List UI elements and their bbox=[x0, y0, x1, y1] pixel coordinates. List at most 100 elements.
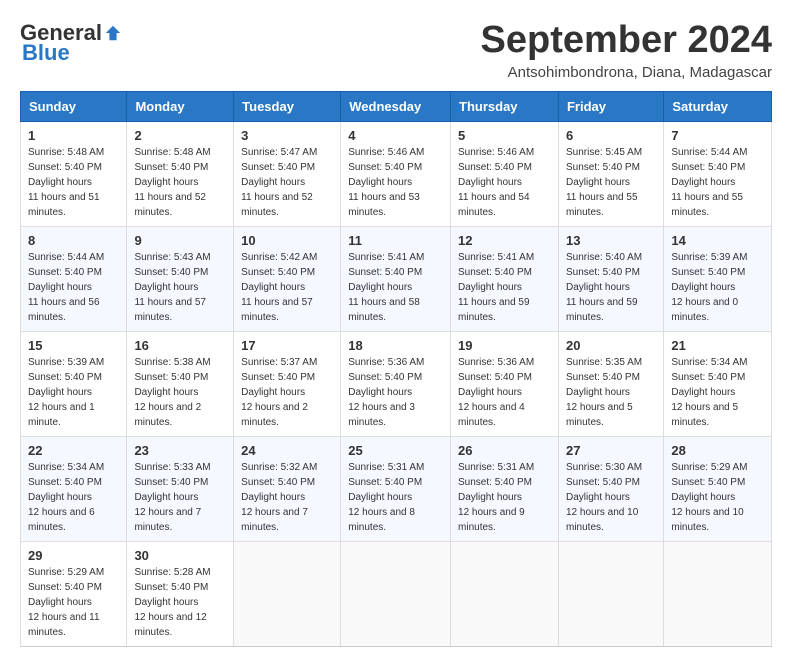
day-number: 24 bbox=[241, 443, 333, 458]
day-number: 20 bbox=[566, 338, 656, 353]
day-info: Sunrise: 5:41 AMSunset: 5:40 PMDaylight … bbox=[458, 252, 534, 323]
calendar-week-row: 29 Sunrise: 5:29 AMSunset: 5:40 PMDaylig… bbox=[21, 541, 772, 646]
calendar-cell: 11 Sunrise: 5:41 AMSunset: 5:40 PMDaylig… bbox=[341, 226, 451, 331]
day-info: Sunrise: 5:48 AMSunset: 5:40 PMDaylight … bbox=[28, 147, 104, 218]
calendar-cell: 30 Sunrise: 5:28 AMSunset: 5:40 PMDaylig… bbox=[127, 541, 234, 646]
day-header-thursday: Thursday bbox=[451, 91, 559, 121]
day-info: Sunrise: 5:44 AMSunset: 5:40 PMDaylight … bbox=[28, 252, 104, 323]
calendar-cell: 19 Sunrise: 5:36 AMSunset: 5:40 PMDaylig… bbox=[451, 331, 559, 436]
day-number: 26 bbox=[458, 443, 551, 458]
calendar-cell: 10 Sunrise: 5:42 AMSunset: 5:40 PMDaylig… bbox=[234, 226, 341, 331]
calendar-week-row: 22 Sunrise: 5:34 AMSunset: 5:40 PMDaylig… bbox=[21, 436, 772, 541]
day-info: Sunrise: 5:47 AMSunset: 5:40 PMDaylight … bbox=[241, 147, 317, 218]
day-info: Sunrise: 5:31 AMSunset: 5:40 PMDaylight … bbox=[348, 462, 424, 533]
location-subtitle: Antsohimbondrona, Diana, Madagascar bbox=[481, 64, 773, 81]
calendar-cell bbox=[341, 541, 451, 646]
day-number: 25 bbox=[348, 443, 443, 458]
day-number: 27 bbox=[566, 443, 656, 458]
calendar-cell: 2 Sunrise: 5:48 AMSunset: 5:40 PMDayligh… bbox=[127, 121, 234, 226]
calendar-cell: 27 Sunrise: 5:30 AMSunset: 5:40 PMDaylig… bbox=[558, 436, 663, 541]
day-number: 12 bbox=[458, 233, 551, 248]
calendar-cell: 21 Sunrise: 5:34 AMSunset: 5:40 PMDaylig… bbox=[664, 331, 772, 436]
day-number: 10 bbox=[241, 233, 333, 248]
day-info: Sunrise: 5:46 AMSunset: 5:40 PMDaylight … bbox=[348, 147, 424, 218]
day-number: 13 bbox=[566, 233, 656, 248]
calendar-cell bbox=[234, 541, 341, 646]
day-info: Sunrise: 5:31 AMSunset: 5:40 PMDaylight … bbox=[458, 462, 534, 533]
day-info: Sunrise: 5:34 AMSunset: 5:40 PMDaylight … bbox=[28, 462, 104, 533]
calendar-cell: 20 Sunrise: 5:35 AMSunset: 5:40 PMDaylig… bbox=[558, 331, 663, 436]
calendar-week-row: 8 Sunrise: 5:44 AMSunset: 5:40 PMDayligh… bbox=[21, 226, 772, 331]
day-info: Sunrise: 5:32 AMSunset: 5:40 PMDaylight … bbox=[241, 462, 317, 533]
calendar-cell: 28 Sunrise: 5:29 AMSunset: 5:40 PMDaylig… bbox=[664, 436, 772, 541]
calendar-cell: 1 Sunrise: 5:48 AMSunset: 5:40 PMDayligh… bbox=[21, 121, 127, 226]
day-header-saturday: Saturday bbox=[664, 91, 772, 121]
calendar-cell bbox=[451, 541, 559, 646]
day-number: 6 bbox=[566, 128, 656, 143]
calendar-cell: 22 Sunrise: 5:34 AMSunset: 5:40 PMDaylig… bbox=[21, 436, 127, 541]
day-info: Sunrise: 5:29 AMSunset: 5:40 PMDaylight … bbox=[28, 567, 104, 638]
day-info: Sunrise: 5:28 AMSunset: 5:40 PMDaylight … bbox=[134, 567, 210, 638]
logo-icon bbox=[104, 24, 122, 42]
day-number: 3 bbox=[241, 128, 333, 143]
calendar-cell: 26 Sunrise: 5:31 AMSunset: 5:40 PMDaylig… bbox=[451, 436, 559, 541]
day-number: 2 bbox=[134, 128, 226, 143]
calendar-cell: 6 Sunrise: 5:45 AMSunset: 5:40 PMDayligh… bbox=[558, 121, 663, 226]
logo-blue-text: Blue bbox=[22, 40, 70, 66]
calendar-cell: 9 Sunrise: 5:43 AMSunset: 5:40 PMDayligh… bbox=[127, 226, 234, 331]
calendar-cell: 17 Sunrise: 5:37 AMSunset: 5:40 PMDaylig… bbox=[234, 331, 341, 436]
calendar-week-row: 15 Sunrise: 5:39 AMSunset: 5:40 PMDaylig… bbox=[21, 331, 772, 436]
day-info: Sunrise: 5:33 AMSunset: 5:40 PMDaylight … bbox=[134, 462, 210, 533]
day-header-wednesday: Wednesday bbox=[341, 91, 451, 121]
day-number: 1 bbox=[28, 128, 119, 143]
calendar-cell: 7 Sunrise: 5:44 AMSunset: 5:40 PMDayligh… bbox=[664, 121, 772, 226]
day-number: 21 bbox=[671, 338, 764, 353]
calendar-cell bbox=[558, 541, 663, 646]
day-number: 23 bbox=[134, 443, 226, 458]
day-number: 17 bbox=[241, 338, 333, 353]
calendar-week-row: 1 Sunrise: 5:48 AMSunset: 5:40 PMDayligh… bbox=[21, 121, 772, 226]
day-info: Sunrise: 5:42 AMSunset: 5:40 PMDaylight … bbox=[241, 252, 317, 323]
day-number: 16 bbox=[134, 338, 226, 353]
page-header: General Blue September 2024 Antsohimbond… bbox=[20, 20, 772, 81]
day-info: Sunrise: 5:36 AMSunset: 5:40 PMDaylight … bbox=[348, 357, 424, 428]
day-info: Sunrise: 5:38 AMSunset: 5:40 PMDaylight … bbox=[134, 357, 210, 428]
day-info: Sunrise: 5:39 AMSunset: 5:40 PMDaylight … bbox=[28, 357, 104, 428]
calendar-cell: 5 Sunrise: 5:46 AMSunset: 5:40 PMDayligh… bbox=[451, 121, 559, 226]
calendar-cell: 14 Sunrise: 5:39 AMSunset: 5:40 PMDaylig… bbox=[664, 226, 772, 331]
calendar-cell: 15 Sunrise: 5:39 AMSunset: 5:40 PMDaylig… bbox=[21, 331, 127, 436]
day-info: Sunrise: 5:43 AMSunset: 5:40 PMDaylight … bbox=[134, 252, 210, 323]
day-header-tuesday: Tuesday bbox=[234, 91, 341, 121]
day-number: 9 bbox=[134, 233, 226, 248]
day-info: Sunrise: 5:46 AMSunset: 5:40 PMDaylight … bbox=[458, 147, 534, 218]
day-number: 30 bbox=[134, 548, 226, 563]
calendar-cell: 4 Sunrise: 5:46 AMSunset: 5:40 PMDayligh… bbox=[341, 121, 451, 226]
day-info: Sunrise: 5:35 AMSunset: 5:40 PMDaylight … bbox=[566, 357, 642, 428]
calendar-cell: 13 Sunrise: 5:40 AMSunset: 5:40 PMDaylig… bbox=[558, 226, 663, 331]
calendar-cell: 16 Sunrise: 5:38 AMSunset: 5:40 PMDaylig… bbox=[127, 331, 234, 436]
day-info: Sunrise: 5:34 AMSunset: 5:40 PMDaylight … bbox=[671, 357, 747, 428]
day-number: 5 bbox=[458, 128, 551, 143]
calendar-cell: 18 Sunrise: 5:36 AMSunset: 5:40 PMDaylig… bbox=[341, 331, 451, 436]
day-info: Sunrise: 5:36 AMSunset: 5:40 PMDaylight … bbox=[458, 357, 534, 428]
calendar-cell: 8 Sunrise: 5:44 AMSunset: 5:40 PMDayligh… bbox=[21, 226, 127, 331]
day-info: Sunrise: 5:44 AMSunset: 5:40 PMDaylight … bbox=[671, 147, 747, 218]
calendar-table: SundayMondayTuesdayWednesdayThursdayFrid… bbox=[20, 91, 772, 647]
day-info: Sunrise: 5:45 AMSunset: 5:40 PMDaylight … bbox=[566, 147, 642, 218]
calendar-cell: 3 Sunrise: 5:47 AMSunset: 5:40 PMDayligh… bbox=[234, 121, 341, 226]
day-number: 18 bbox=[348, 338, 443, 353]
day-info: Sunrise: 5:39 AMSunset: 5:40 PMDaylight … bbox=[671, 252, 747, 323]
calendar-cell: 29 Sunrise: 5:29 AMSunset: 5:40 PMDaylig… bbox=[21, 541, 127, 646]
day-number: 29 bbox=[28, 548, 119, 563]
day-number: 8 bbox=[28, 233, 119, 248]
day-number: 4 bbox=[348, 128, 443, 143]
day-info: Sunrise: 5:48 AMSunset: 5:40 PMDaylight … bbox=[134, 147, 210, 218]
day-header-sunday: Sunday bbox=[21, 91, 127, 121]
day-header-monday: Monday bbox=[127, 91, 234, 121]
title-block: September 2024 Antsohimbondrona, Diana, … bbox=[481, 20, 773, 81]
day-info: Sunrise: 5:40 AMSunset: 5:40 PMDaylight … bbox=[566, 252, 642, 323]
day-number: 11 bbox=[348, 233, 443, 248]
day-number: 7 bbox=[671, 128, 764, 143]
day-number: 28 bbox=[671, 443, 764, 458]
logo: General Blue bbox=[20, 20, 122, 66]
